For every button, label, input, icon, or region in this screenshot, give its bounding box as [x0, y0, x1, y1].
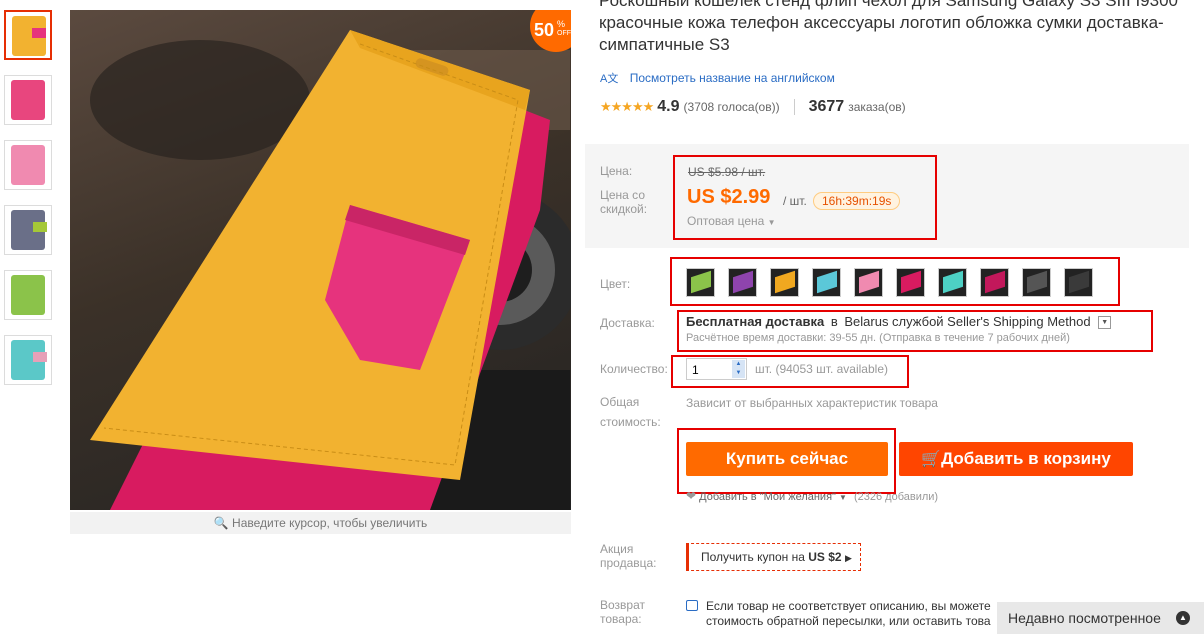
get-coupon-button[interactable]: Получить купон на US $2 ▶ — [686, 543, 861, 571]
promo-label-line2: продавца: — [600, 556, 657, 570]
product-title: Роскошный кошелек стенд флип чехол для S… — [599, 0, 1178, 54]
wishlist-label: Добавить в "Мои желания" — [699, 491, 836, 503]
color-label: Цвет: — [600, 277, 631, 291]
thumbnail-phone-image — [11, 80, 45, 120]
thumbnail-phone-image — [11, 145, 45, 185]
chevron-up-icon[interactable]: ▲ — [1176, 611, 1190, 625]
zoom-hint: 🔍 Наведите курсор, чтобы увеличить — [70, 512, 571, 534]
coupon-text: Получить купон на — [701, 550, 805, 564]
discount-badge-off: OFF — [557, 30, 571, 37]
translate-icon: A文 — [600, 73, 619, 85]
returns-label-line2: товара: — [600, 612, 642, 626]
wishlist-row[interactable]: ❤ Добавить в "Мои желания" ▼ (2326 добав… — [686, 489, 938, 503]
recently-viewed-label: Недавно посмотренное — [1008, 610, 1161, 626]
annotation-box-price — [673, 155, 937, 240]
thumbnail-flap — [32, 28, 46, 38]
add-to-cart-button[interactable]: 🛒Добавить в корзину — [899, 442, 1133, 476]
recently-viewed-bar[interactable]: Недавно посмотренное ▲ — [997, 602, 1204, 634]
star-rating-icon: ★★★★★ — [600, 99, 654, 114]
discount-badge-percent: % — [557, 19, 566, 29]
thumbnail-flap — [33, 352, 47, 362]
discount-price-label: Цена со скидкой: — [600, 188, 648, 216]
shipping-label: Доставка: — [600, 316, 655, 330]
returns-label-line1: Возврат — [600, 598, 645, 612]
product-photo — [90, 30, 571, 510]
returns-line1: Если товар не соответствует описанию, вы… — [706, 599, 991, 613]
thumbnail-3[interactable] — [4, 140, 52, 190]
coupon-amount: US $2 — [808, 550, 842, 564]
total-label-line1: Общая — [600, 395, 640, 409]
annotation-box-buy — [677, 428, 896, 494]
total-value: Зависит от выбранных характеристик товар… — [686, 396, 938, 410]
chevron-right-icon: ▶ — [844, 553, 852, 563]
thumbnail-1[interactable] — [4, 10, 52, 60]
wishlist-count: (2326 добавили) — [853, 491, 939, 503]
translate-link-text: Посмотреть название на английском — [629, 71, 835, 85]
promo-label-line1: Акция — [600, 542, 634, 556]
votes-link[interactable]: (3708 голоса(ов)) — [684, 100, 780, 114]
translate-title-link[interactable]: A文 Посмотреть название на английском — [600, 70, 835, 86]
heart-icon: ❤ — [686, 489, 697, 503]
chevron-down-icon: ▼ — [839, 493, 847, 502]
thumbnail-2[interactable] — [4, 75, 52, 125]
return-policy-icon — [686, 600, 698, 611]
annotation-box-shipping — [677, 310, 1153, 352]
divider — [793, 99, 795, 115]
search-icon: 🔍 — [213, 516, 229, 530]
price-label: Цена: — [600, 164, 633, 178]
thumbnail-5[interactable] — [4, 270, 52, 320]
annotation-box-quantity — [671, 355, 909, 388]
zoom-hint-text: Наведите курсор, чтобы увеличить — [232, 516, 428, 530]
thumbnail-phone-image — [11, 275, 45, 315]
cart-icon: 🛒 — [921, 451, 942, 468]
total-label-line2: стоимость: — [600, 415, 661, 429]
orders-label: заказа(ов) — [848, 100, 906, 114]
add-to-cart-label: Добавить в корзину — [941, 449, 1111, 468]
annotation-box-color — [670, 257, 1120, 306]
thumbnail-4[interactable] — [4, 205, 52, 255]
main-product-image[interactable]: 50 % OFF — [70, 10, 571, 510]
rating-value: 4.9 — [657, 98, 680, 115]
thumbnail-flap — [33, 222, 47, 232]
discount-badge-number: 50 — [534, 20, 555, 40]
orders-count: 3677 — [808, 98, 845, 115]
rating-row: ★★★★★ 4.9 (3708 голоса(ов)) 3677 заказа(… — [600, 98, 906, 116]
thumbnail-6[interactable] — [4, 335, 52, 385]
quantity-label: Количество: — [600, 362, 668, 376]
returns-line2: стоимость обратной пересылки, или остави… — [706, 614, 991, 628]
